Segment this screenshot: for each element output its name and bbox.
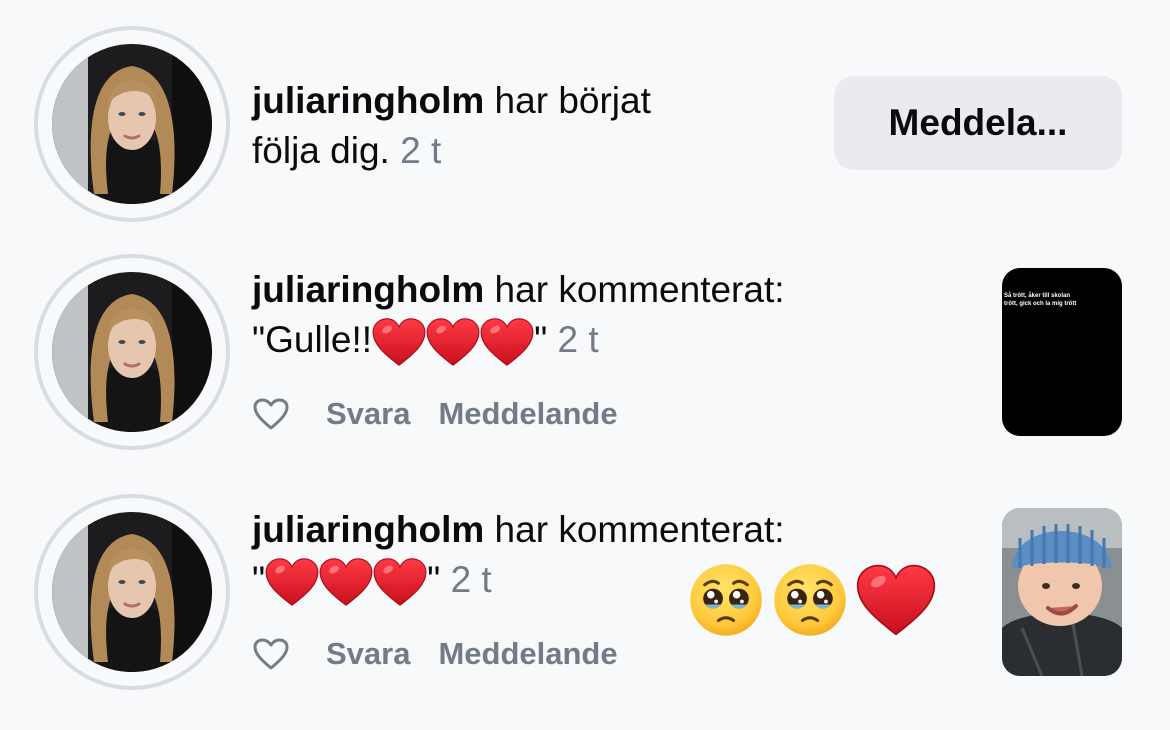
- comment-actions: Svara Meddelande: [252, 394, 646, 434]
- avatar[interactable]: [34, 254, 230, 450]
- like-heart-icon[interactable]: [252, 635, 290, 673]
- comment-text: ": [252, 559, 266, 600]
- pleading-face-icon: [688, 562, 764, 638]
- comment-text: "Gulle!!: [252, 319, 373, 360]
- notification-text: juliaringholm har börjat följa dig. 2 t: [252, 80, 651, 171]
- message-button[interactable]: Meddela...: [834, 76, 1122, 170]
- notification-comment[interactable]: juliaringholm har kommenterat: "Gulle!! "…: [0, 240, 1170, 480]
- red-heart-icon: [319, 557, 373, 607]
- comment-actions: Svara Meddelande: [252, 634, 646, 674]
- avatar[interactable]: [34, 494, 230, 690]
- username[interactable]: juliaringholm: [252, 80, 484, 121]
- reply-link[interactable]: Svara: [326, 636, 410, 672]
- reaction-emoji-group: [688, 562, 936, 638]
- username[interactable]: juliaringholm: [252, 269, 484, 310]
- timestamp: 2 t: [450, 559, 492, 600]
- notification-follow[interactable]: juliaringholm har börjat följa dig. 2 t …: [0, 0, 1170, 240]
- post-thumbnail[interactable]: Så trött, åker till skolan trött, gick o…: [1002, 268, 1122, 436]
- red-heart-icon: [372, 317, 426, 367]
- notification-comment[interactable]: juliaringholm har kommenterat: " " 2 t Sv…: [0, 480, 1170, 730]
- pleading-face-icon: [772, 562, 848, 638]
- red-heart-icon: [265, 557, 319, 607]
- username[interactable]: juliaringholm: [252, 509, 484, 550]
- message-link[interactable]: Meddelande: [438, 396, 617, 432]
- notification-text: juliaringholm har kommenterat: "Gulle!! "…: [252, 265, 785, 367]
- avatar[interactable]: [34, 26, 230, 222]
- red-heart-icon: [373, 557, 427, 607]
- red-heart-icon: [856, 563, 936, 637]
- message-link[interactable]: Meddelande: [438, 636, 617, 672]
- timestamp: 2 t: [557, 319, 599, 360]
- timestamp: 2 t: [400, 130, 442, 171]
- red-heart-icon: [426, 317, 480, 367]
- red-heart-icon: [480, 317, 534, 367]
- thumbnail-caption: Så trött, åker till skolan trött, gick o…: [1004, 293, 1077, 307]
- like-heart-icon[interactable]: [252, 395, 290, 433]
- post-thumbnail[interactable]: [1002, 508, 1122, 676]
- reply-link[interactable]: Svara: [326, 396, 410, 432]
